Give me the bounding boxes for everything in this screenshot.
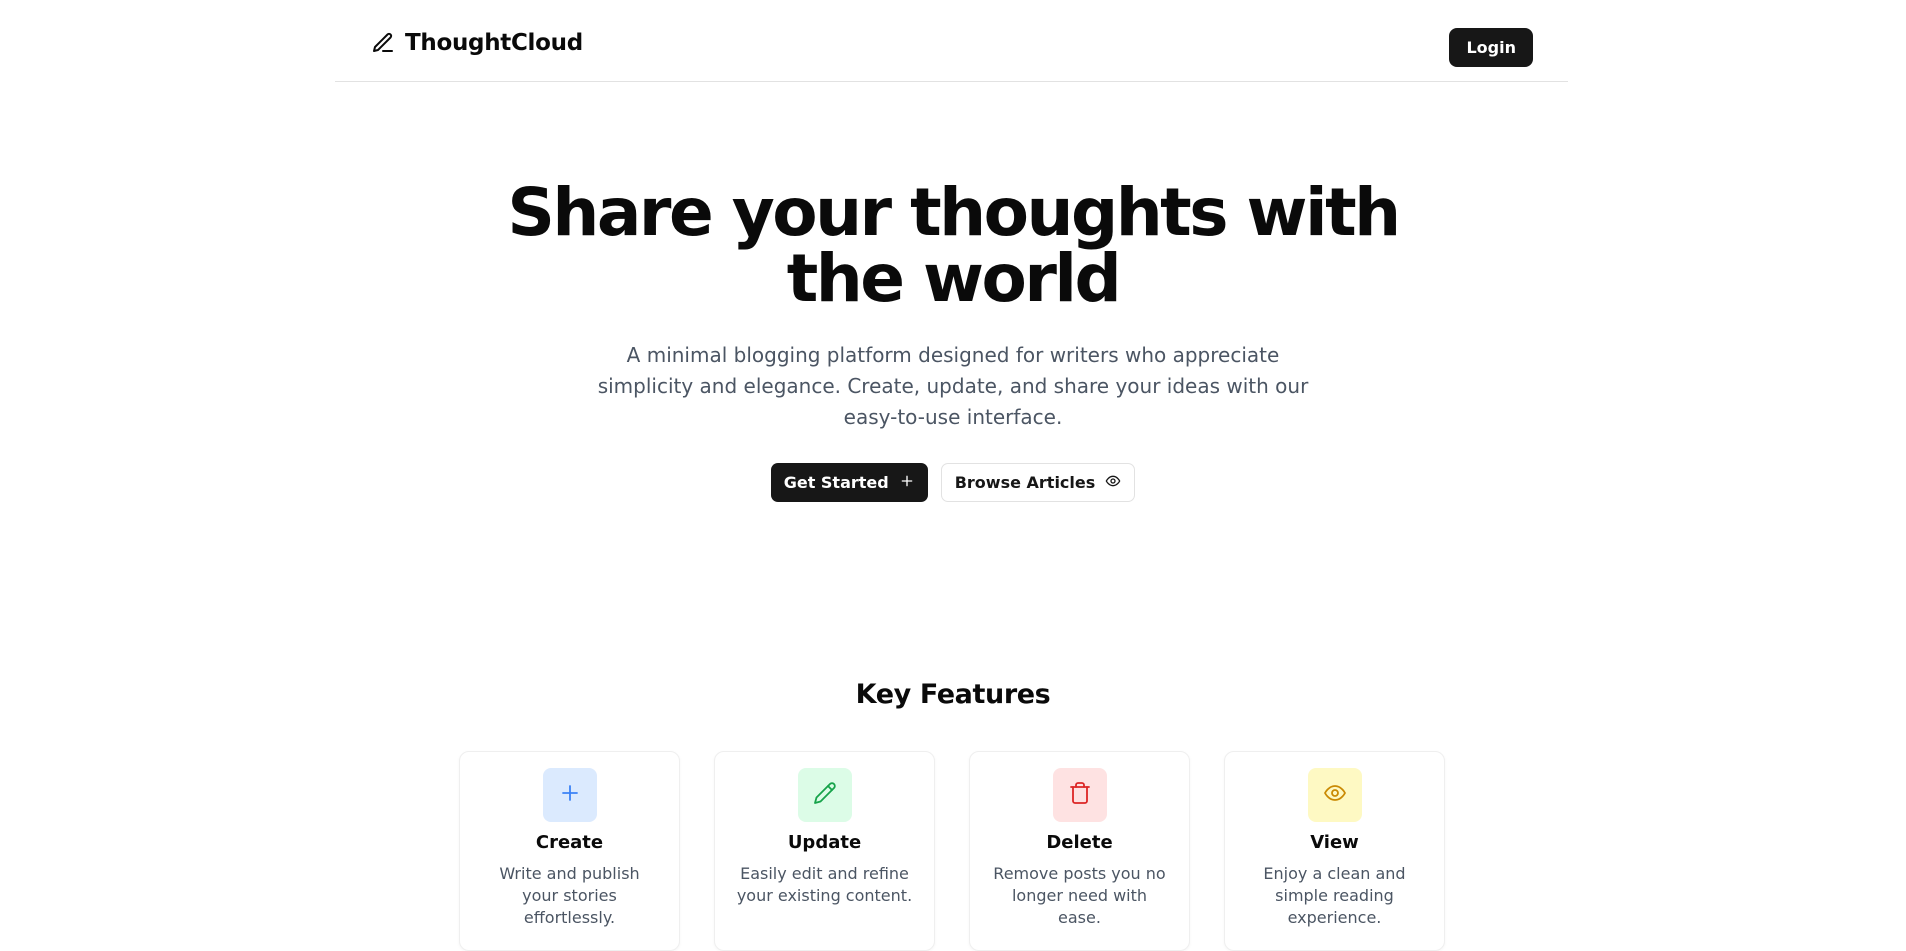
feature-description: Enjoy a clean and simple reading experie… — [1263, 864, 1406, 927]
login-button[interactable]: Login — [1449, 28, 1533, 67]
hero-section: Share your thoughts with the world A min… — [0, 180, 1906, 502]
pen-icon — [371, 31, 395, 55]
feature-title: View — [1310, 832, 1359, 853]
feature-title: Update — [787, 832, 862, 853]
top-nav: ThoughtCloud Login — [335, 0, 1568, 82]
plus-icon — [899, 473, 915, 493]
feature-title: Delete — [1046, 832, 1113, 853]
feature-card-create: Create Write and publish your stories ef… — [459, 751, 680, 951]
features-title: Key Features — [855, 679, 1051, 710]
create-icon-box — [542, 768, 597, 822]
feature-card-delete: Delete Remove posts you no longer need w… — [969, 751, 1190, 951]
feature-card-update: Update Easily edit and refine your exist… — [714, 751, 935, 951]
trash-icon — [1068, 781, 1092, 809]
get-started-label: Get Started — [783, 473, 889, 492]
get-started-button[interactable]: Get Started — [770, 463, 928, 502]
brand-link[interactable]: ThoughtCloud — [371, 30, 583, 56]
update-icon-box — [797, 768, 852, 822]
delete-icon-box — [1052, 768, 1107, 822]
brand-name: ThoughtCloud — [405, 30, 583, 56]
feature-description: Remove posts you no longer need with eas… — [993, 864, 1166, 927]
feature-cards: Create Write and publish your stories ef… — [459, 751, 1445, 951]
feature-title: Create — [535, 832, 604, 853]
view-icon-box — [1307, 768, 1362, 822]
hero-title: Share your thoughts with the world — [507, 174, 1401, 317]
feature-card-view: View Enjoy a clean and simple reading ex… — [1224, 751, 1445, 951]
eye-icon — [1105, 473, 1121, 493]
feature-description: Easily edit and refine your existing con… — [736, 864, 913, 905]
landing-page: ThoughtCloud Login Share your thoughts w… — [0, 0, 1906, 951]
browse-articles-label: Browse Articles — [954, 473, 1096, 492]
pencil-icon — [813, 781, 837, 809]
cta-group: Get Started Browse Articles — [0, 463, 1906, 502]
feature-description: Write and publish your stories effortles… — [499, 864, 640, 927]
plus-icon — [558, 781, 582, 809]
hero-subtitle: A minimal blogging platform designed for… — [597, 343, 1309, 429]
browse-articles-button[interactable]: Browse Articles — [940, 463, 1136, 502]
eye-icon — [1323, 781, 1347, 809]
